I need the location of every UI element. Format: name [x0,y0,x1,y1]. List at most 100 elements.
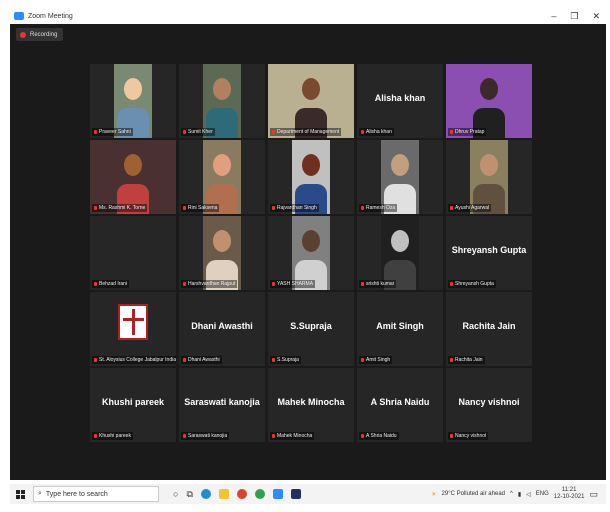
participant-video [268,64,354,138]
tray-chevron-icon[interactable]: ^ [510,491,513,497]
participant-tile[interactable]: Dhruv Pratap [446,64,532,138]
participant-tile[interactable]: Dhani Awasthi Dhani Awasthi [179,292,265,366]
participant-name-label: Mahek Minocha [270,432,315,440]
clock-time[interactable]: 11:21 [562,487,577,494]
participant-tile[interactable]: Shreyansh Gupta Shreyansh Gupta [446,216,532,290]
participant-name-label: Amit Singh [359,356,393,364]
mic-muted-icon [94,130,97,134]
participant-name-label: Department of Management [270,128,342,136]
participant-tile[interactable]: Alisha khan Alisha khan [357,64,443,138]
mic-muted-icon [361,434,364,438]
participant-name-label: Nancy vishnoi [448,432,489,440]
app-taskbar-icon[interactable] [290,489,301,499]
participant-tile[interactable]: Rachita Jain Rachita Jain [446,292,532,366]
participant-name-label: A Shria Naidu [359,432,399,440]
participant-display-name: S.Supraja [290,321,332,331]
participant-tile[interactable]: S.Supraja S.Supraja [268,292,354,366]
participant-name: Dhruv Pratap [455,129,485,135]
close-button[interactable]: ✕ [592,11,600,22]
mic-muted-icon [450,206,453,210]
notifications-icon[interactable]: ▭ [589,489,598,500]
recording-label: Recording [30,31,58,38]
participant-name: Ayushi Agarwal [455,205,490,211]
participant-tile[interactable]: St. Aloysius College Jabalpur India [90,292,176,366]
participant-name: Ms. Rashmi K. Torne [99,205,146,211]
network-icon[interactable]: ▮ [518,491,521,498]
participant-tile[interactable]: Nancy vishnoi Nancy vishnoi [446,368,532,442]
participant-tile[interactable]: Mahek Minocha Mahek Minocha [268,368,354,442]
participant-name-label: Saraswati kanojia [181,432,230,440]
college-crest-icon [118,304,148,340]
mic-muted-icon [272,130,275,134]
chrome-profile-icon[interactable] [254,489,265,499]
participant-name: Nancy vishnoi [455,433,487,439]
participant-display-name: Nancy vishnoi [458,397,520,407]
participant-name: Saraswati kanojia [188,433,228,439]
participant-name: A Shria Naidu [366,433,397,439]
mic-muted-icon [272,206,275,210]
mic-muted-icon [94,206,97,210]
participant-tile[interactable]: A Shria Naidu A Shria Naidu [357,368,443,442]
participant-name: Behzad Irani [99,281,128,287]
participant-name: Ramesh Oza [366,205,396,211]
minimize-button[interactable]: – [551,11,556,21]
participant-tile[interactable]: Amit Singh Amit Singh [357,292,443,366]
participant-display-name: Mahek Minocha [277,397,345,407]
weather-icon: ☀ [431,491,437,498]
participant-tile[interactable]: Ms. Rashmi K. Torne [90,140,176,214]
participant-name: Sumit Kher [188,129,213,135]
participant-name-label: Dhruv Pratap [448,128,487,136]
mic-muted-icon [94,282,97,286]
participant-name: Dhani Awasthi [188,357,220,363]
edge-icon[interactable] [200,489,211,499]
participant-name-label: Ramesh Oza [359,204,398,212]
participant-name: S.Supraja [277,357,299,363]
participant-tile[interactable]: Saraswati kanojia Saraswati kanojia [179,368,265,442]
participant-name-label: Ayushi Agarwal [448,204,492,212]
participant-tile[interactable]: Harshvardhan Rajput [179,216,265,290]
file-explorer-icon[interactable] [218,489,229,499]
participant-name-label: Khushi pareek [92,432,133,440]
windows-taskbar: ⌕ Type here to search ○ ⧉ ☀ 29°C Pollute… [10,484,606,504]
participant-name: Shreyansh Gupta [455,281,494,287]
zoom-taskbar-icon[interactable] [272,489,283,499]
search-placeholder: Type here to search [45,490,108,498]
mic-muted-icon [272,358,275,362]
weather-text[interactable]: 29°C Polluted air ahead [442,491,505,497]
chrome-icon[interactable] [236,489,247,499]
participant-tile[interactable]: Praveer Sahni [90,64,176,138]
participant-tile[interactable]: Ayushi Agarwal [446,140,532,214]
mic-muted-icon [450,434,453,438]
mic-muted-icon [361,130,364,134]
mic-muted-icon [183,130,186,134]
cortana-icon[interactable]: ○ [173,489,178,499]
participant-video [203,140,241,214]
participant-name-label: Ms. Rashmi K. Torne [92,204,148,212]
clock-date[interactable]: 12-10-2021 [554,494,585,501]
recording-indicator[interactable]: Recording [16,28,64,41]
participant-video [470,140,508,214]
participant-tile[interactable]: Behzad Irani [90,216,176,290]
participant-name-label: Rini Saksena [181,204,220,212]
participant-tile[interactable]: srishti kumar [357,216,443,290]
participant-display-name: Saraswati kanojia [184,397,260,407]
windows-start-icon[interactable] [16,489,25,499]
tray-language[interactable]: ENG [536,491,549,497]
title-bar: Zoom Meeting – ❐ ✕ [10,8,606,24]
participant-tile[interactable]: Ramesh Oza [357,140,443,214]
maximize-button[interactable]: ❐ [570,11,578,22]
participant-tile[interactable]: YASH SHARMA [268,216,354,290]
participant-video [446,64,532,138]
participant-tile[interactable]: Department of Management [268,64,354,138]
volume-icon[interactable]: ◁ [526,491,531,498]
participant-tile[interactable]: Sumit Kher [179,64,265,138]
task-view-icon[interactable]: ⧉ [186,489,192,500]
participant-tile[interactable]: Rini Saksena [179,140,265,214]
participant-name: Harshvardhan Rajput [188,281,236,287]
zoom-app-icon [14,12,24,20]
participant-display-name: Shreyansh Gupta [451,245,527,255]
participant-tile[interactable]: Rajvardhan Singh [268,140,354,214]
participant-tile[interactable]: Khushi pareek Khushi pareek [90,368,176,442]
taskbar-search-box[interactable]: ⌕ Type here to search [33,486,159,502]
mic-muted-icon [361,358,364,362]
